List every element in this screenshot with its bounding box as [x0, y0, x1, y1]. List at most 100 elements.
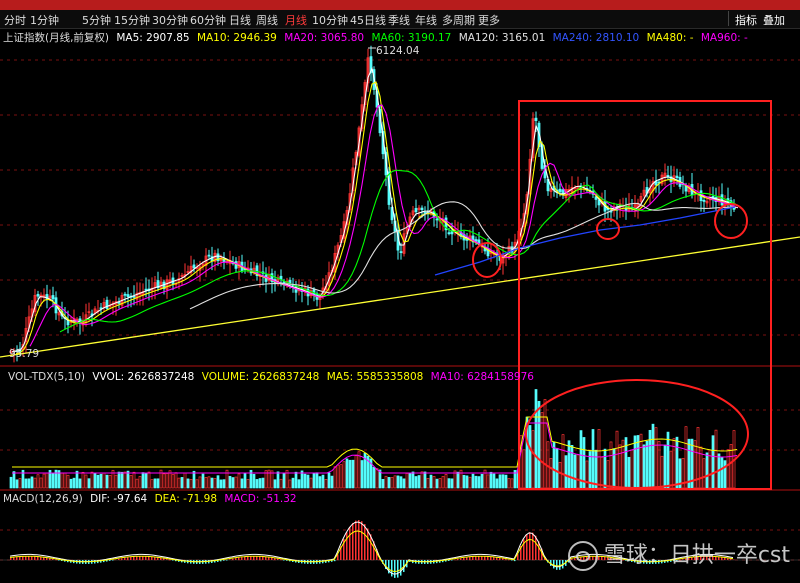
- volume-bar: [135, 478, 139, 489]
- macd-bar: [112, 560, 114, 561]
- volume-bar: [651, 423, 655, 489]
- volume-bar: [381, 478, 385, 489]
- volume-bar: [375, 468, 379, 489]
- volume-bar: [189, 478, 193, 489]
- volume-bar: [141, 472, 145, 489]
- volume-bar: [240, 478, 244, 489]
- volume-bar: [474, 475, 478, 489]
- volume-bar: [96, 474, 100, 489]
- volume-bar: [486, 474, 490, 489]
- volume-bar: [636, 435, 640, 489]
- volume-bar: [393, 475, 397, 489]
- volume-bar: [630, 449, 634, 489]
- volume-bar: [30, 476, 34, 489]
- volume-bar: [723, 460, 727, 489]
- candle-body: [435, 218, 439, 221]
- volume-bar: [507, 478, 511, 489]
- volume-bar: [12, 471, 16, 489]
- macd-bar: [457, 558, 459, 560]
- volume-bar: [528, 425, 532, 489]
- volume-bar: [51, 473, 55, 489]
- candle-body: [399, 251, 403, 253]
- volume-bar: [468, 476, 472, 489]
- candle-body: [123, 293, 127, 296]
- vol-ma5-value: MA5: 5585335808: [326, 371, 424, 383]
- volume-bar: [282, 473, 286, 489]
- volume-bar: [660, 455, 664, 489]
- volume-bar: [645, 440, 649, 489]
- volume-bar: [657, 441, 661, 489]
- volume-bar: [321, 474, 325, 489]
- volume-bar: [534, 389, 538, 489]
- volume-bar: [243, 472, 247, 489]
- dea-value: DEA: -71.98: [154, 493, 218, 505]
- volume-bar: [273, 479, 277, 489]
- volume-bar: [147, 471, 151, 489]
- main-legend: 上证指数(月线,前复权) MA5: 2907.85 MA10: 2946.39 …: [3, 30, 752, 45]
- volume-bar: [279, 478, 283, 489]
- volume-bar: [93, 472, 97, 489]
- macd-bar: [118, 558, 120, 560]
- candle-body: [675, 175, 679, 179]
- macd-bar: [13, 557, 15, 560]
- volume-bar: [261, 477, 265, 489]
- volume-bar: [315, 472, 319, 489]
- vol-ma10-value: MA10: 6284158976: [430, 371, 534, 383]
- ma480-value: MA480: -: [646, 32, 694, 44]
- volume-bar: [444, 474, 448, 489]
- candle-body: [36, 293, 40, 297]
- volume-bar: [501, 474, 505, 489]
- volume-bar: [489, 471, 493, 489]
- volume-bar: [594, 449, 598, 489]
- macd-bar: [553, 560, 555, 569]
- volume-bar: [711, 435, 715, 489]
- volume-bar: [648, 429, 652, 489]
- volume-bar: [129, 475, 133, 489]
- candle-body: [558, 188, 562, 193]
- volume-bar: [132, 471, 136, 489]
- ma120-value: MA120: 3165.01: [458, 32, 546, 44]
- volume-bar: [117, 471, 121, 489]
- macd-bar: [499, 557, 501, 560]
- volume-bar: [192, 470, 196, 489]
- ma10-line: [15, 81, 737, 355]
- macd-bar: [130, 556, 132, 560]
- macd-bar: [109, 560, 111, 561]
- volume-bar: [150, 479, 154, 489]
- volume-bar: [297, 479, 301, 489]
- volume-bar: [480, 473, 484, 489]
- macd-bar: [364, 524, 366, 560]
- volume-bar: [126, 470, 130, 489]
- candle-body: [51, 295, 55, 300]
- volume-bar: [447, 478, 451, 489]
- macd-bar: [166, 559, 168, 560]
- vol-legend: VOL-TDX(5,10) VVOL: 2626837248 VOLUME: 2…: [8, 371, 538, 383]
- volume-bar: [336, 464, 340, 489]
- candle-body: [702, 199, 706, 202]
- volume-bar: [684, 426, 688, 489]
- ma10-value: MA10: 2946.39: [196, 32, 277, 44]
- volume-bar: [555, 447, 559, 489]
- volume-bar: [465, 475, 469, 489]
- volume-bar: [390, 477, 394, 489]
- volume-bar: [72, 477, 76, 489]
- macd-bar: [451, 560, 453, 561]
- volume-bar: [75, 470, 79, 489]
- volume-bar: [579, 430, 583, 489]
- candle-body: [207, 254, 211, 257]
- volume-bar: [81, 471, 85, 489]
- volume-bar: [456, 471, 460, 489]
- macd-bar: [391, 560, 393, 577]
- ma5-line: [11, 66, 737, 353]
- volume-bar: [246, 479, 250, 489]
- vvol-value: VVOL: 2626837248: [92, 371, 195, 383]
- volume-bar: [27, 478, 31, 489]
- macd-bar: [58, 560, 60, 561]
- volume-bar: [585, 460, 589, 489]
- macd-bar: [169, 559, 171, 561]
- volume-bar: [162, 473, 166, 489]
- volume-bar: [543, 399, 547, 489]
- macd-bar: [532, 532, 534, 560]
- macd-bar: [172, 560, 174, 561]
- volume-bar: [423, 471, 427, 489]
